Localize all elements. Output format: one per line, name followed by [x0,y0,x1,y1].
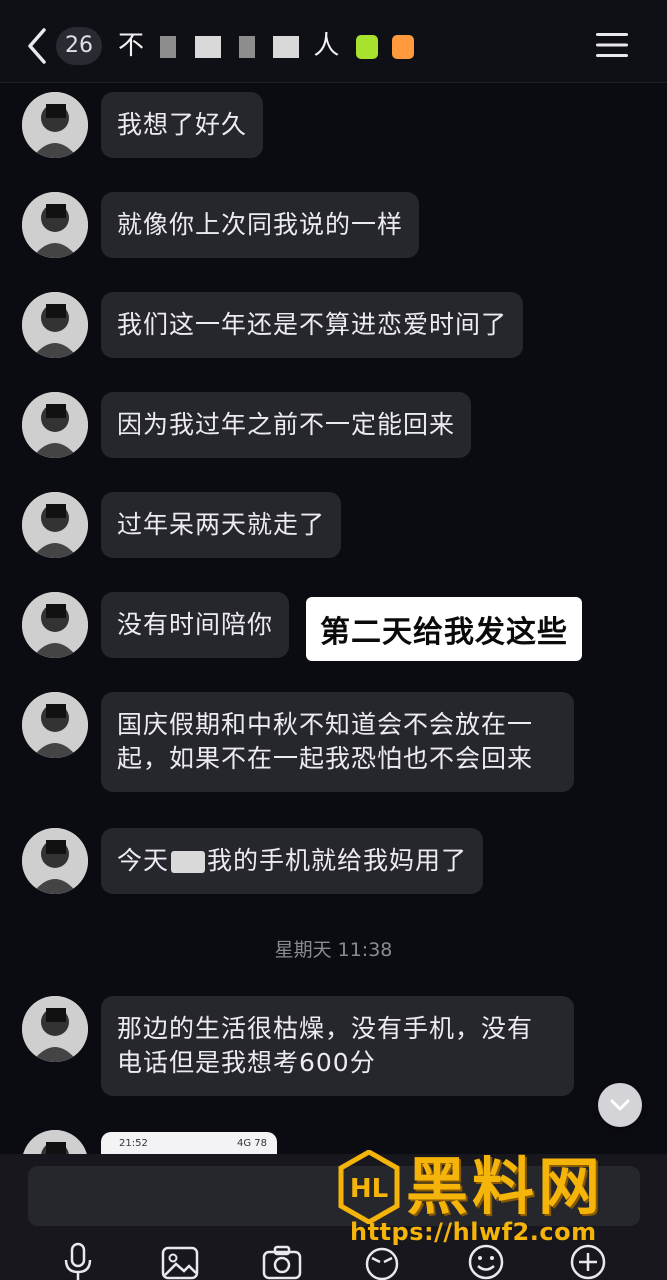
message-list[interactable]: 我想了好久 就像你上次同我说的一样 我们这一年还是不算进恋爱时间了 因为我过年之… [0,82,667,1154]
avatar[interactable] [22,492,88,558]
unread-count-badge[interactable]: 26 [56,27,102,65]
overlay-caption: 第二天给我发这些 [306,597,582,661]
emoji-icon[interactable] [466,1242,506,1280]
thumbnail-status: 4G 78 [237,1138,268,1149]
green-badge-icon [355,34,378,59]
plus-icon[interactable] [568,1242,608,1280]
menu-icon[interactable] [596,32,628,58]
title-redaction [238,35,255,58]
avatar[interactable] [22,292,88,358]
message-bubble[interactable]: 就像你上次同我说的一样 [101,192,420,258]
avatar[interactable] [22,692,88,758]
chevron-down-icon [610,1099,630,1111]
composer-toolbar [0,1242,667,1280]
message-input[interactable] [28,1166,640,1226]
message-bubble[interactable]: 过年呆两天就走了 [101,492,342,558]
avatar[interactable] [22,192,88,258]
avatar[interactable] [22,996,88,1062]
chat-header: 26 不 人 [0,0,667,83]
redaction-mask [171,851,206,873]
title-redaction [273,35,300,58]
chat-title: 不 人 [118,26,414,66]
orange-badge-icon [391,34,414,59]
title-redaction [194,35,221,58]
message-text: 我的手机就给我妈用了 [207,846,468,875]
image-message-thumbnail[interactable]: 21:52 4G 78 [101,1132,277,1154]
camera-icon[interactable] [262,1242,302,1280]
thumbnail-time: 21:52 [119,1138,148,1149]
title-prefix: 不 [118,31,147,61]
message-bubble[interactable]: 今天 我的手机就给我妈用了 [101,828,484,894]
message-text: 今天 [117,846,170,875]
image-icon[interactable] [160,1242,200,1280]
message-bubble[interactable]: 国庆假期和中秋不知道会不会放在一起，如果不在一起我恐怕也不会回来 [101,692,574,792]
message-bubble[interactable]: 那边的生活很枯燥，没有手机，没有电话但是我想考600分 [101,996,574,1096]
message-bubble[interactable]: 没有时间陪你 [101,592,290,658]
message-bubble[interactable]: 因为我过年之前不一定能回来 [101,392,472,458]
back-arrow-icon[interactable] [22,26,52,66]
avatar[interactable] [22,592,88,658]
title-redaction [160,35,177,58]
avatar[interactable] [22,92,88,158]
sticker-icon[interactable] [362,1242,402,1280]
composer [0,1154,667,1280]
avatar[interactable] [22,392,88,458]
microphone-icon[interactable] [58,1242,98,1280]
time-divider: 星期天 11:38 [274,939,393,961]
title-suffix: 人 [313,31,342,61]
message-bubble[interactable]: 我想了好久 [101,92,264,158]
message-bubble[interactable]: 我们这一年还是不算进恋爱时间了 [101,292,524,358]
avatar[interactable] [22,1130,88,1154]
scroll-down-button[interactable] [598,1083,642,1127]
avatar[interactable] [22,828,88,894]
